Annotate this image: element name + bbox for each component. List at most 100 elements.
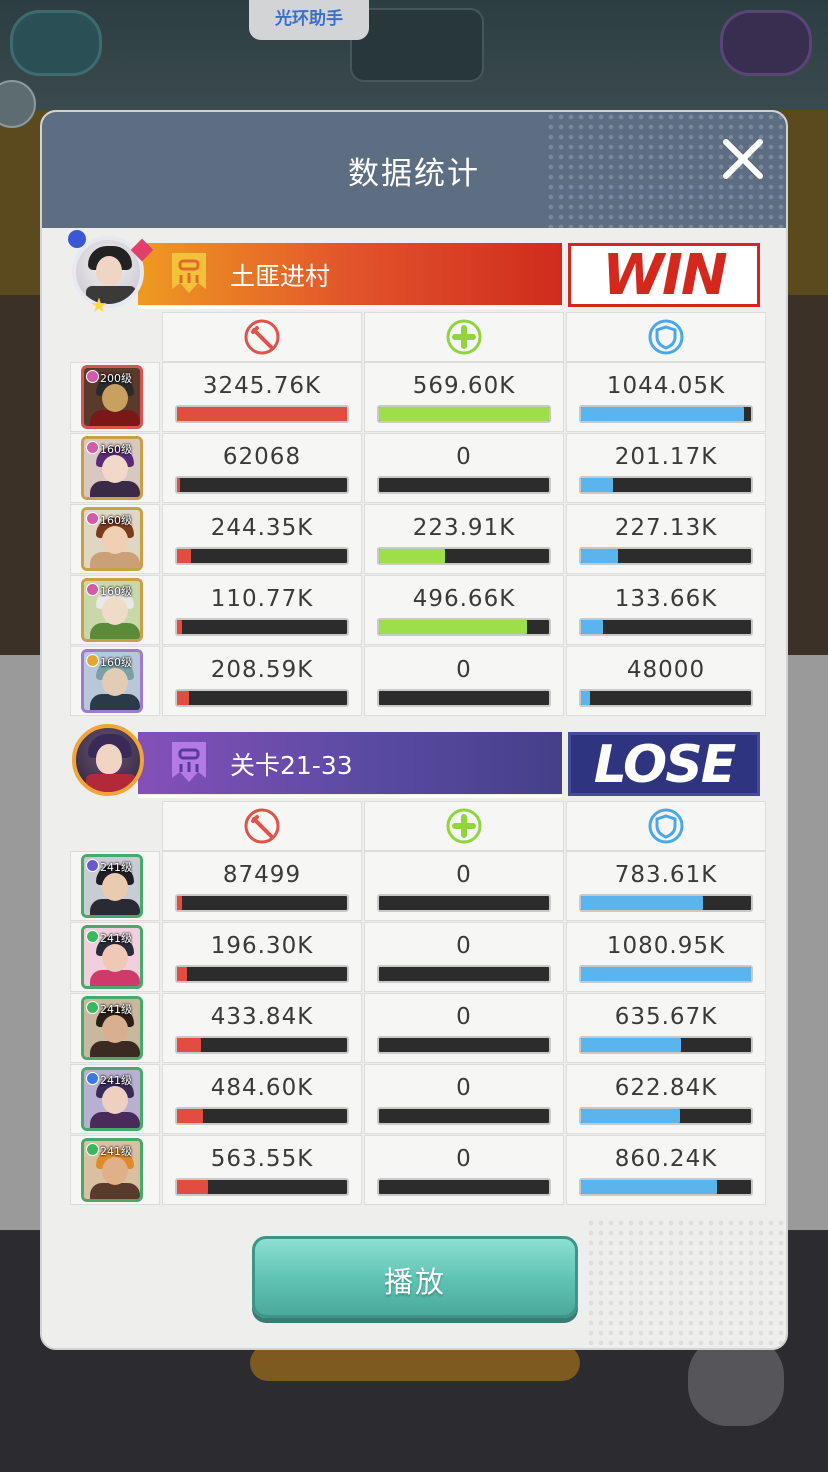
damage-column-header [162, 801, 362, 851]
hero-level: 160级 [100, 514, 132, 527]
hero-portrait[interactable]: 241级 [81, 996, 143, 1060]
damage-cell: 3245.76K [162, 362, 362, 432]
tank-bar-fill [581, 691, 590, 705]
tank-value: 1044.05K [606, 373, 726, 399]
tank-bar [579, 547, 753, 565]
tank-value: 133.66K [614, 586, 718, 612]
shield-icon [648, 808, 684, 844]
stats-modal: 数据统计 土匪进村 ★ WIN 200级 3245.76K 569.60K 10… [40, 110, 788, 1350]
damage-cell: 110.77K [162, 575, 362, 645]
heal-cell: 0 [364, 646, 564, 716]
heal-cell: 0 [364, 1135, 564, 1205]
heal-bar [377, 1107, 551, 1125]
opponent-avatar[interactable] [72, 724, 144, 796]
heal-value: 496.66K [412, 586, 516, 612]
tank-cell: 860.24K [566, 1135, 766, 1205]
hero-portrait[interactable]: 241级 [81, 1067, 143, 1131]
tank-cell: 622.84K [566, 1064, 766, 1134]
tank-bar-fill [581, 478, 614, 492]
hero-portrait[interactable]: 241级 [81, 925, 143, 989]
hero-portrait[interactable]: 160级 [81, 507, 143, 571]
tank-bar [579, 965, 753, 983]
hero-portrait[interactable]: 160级 [81, 649, 143, 713]
hero-portrait-cell: 241级 [70, 922, 160, 992]
assistant-tab[interactable]: 光环助手 [249, 0, 369, 40]
background-left-badge [10, 10, 102, 76]
play-replay-button[interactable]: 播放 [252, 1236, 578, 1318]
tank-bar-fill [581, 407, 745, 421]
portrait-face [102, 1086, 128, 1114]
hero-level: 160级 [100, 656, 132, 669]
banner-underline [138, 306, 562, 309]
tank-cell: 201.17K [566, 433, 766, 503]
tank-bar [579, 689, 753, 707]
portrait-body [90, 410, 140, 426]
damage-value: 110.77K [210, 586, 314, 612]
background-button [250, 1345, 580, 1381]
damage-column-header [162, 312, 362, 362]
hero-row: 160级 208.59K 0 48000 [70, 646, 766, 717]
heal-value: 0 [456, 933, 472, 959]
portrait-face [102, 1157, 128, 1185]
tank-value: 635.67K [614, 1004, 718, 1030]
modal-header: 数据统计 [42, 112, 786, 228]
damage-bar-fill [177, 896, 183, 910]
tank-cell: 48000 [566, 646, 766, 716]
hero-row: 160级 110.77K 496.66K 133.66K [70, 575, 766, 646]
avatar-frame-gem-icon [68, 230, 86, 248]
tank-value: 622.84K [614, 1075, 718, 1101]
heal-cell: 0 [364, 922, 564, 992]
portrait-body [90, 1112, 140, 1128]
heal-bar [377, 547, 551, 565]
tank-bar [579, 1036, 753, 1054]
damage-bar-fill [177, 549, 191, 563]
damage-cell: 87499 [162, 851, 362, 921]
damage-bar-fill [177, 691, 189, 705]
tank-value: 48000 [626, 657, 706, 683]
hero-row: 160级 244.35K 223.91K 227.13K [70, 504, 766, 575]
hero-portrait-cell: 241级 [70, 851, 160, 921]
hero-row: 241级 563.55K 0 860.24K [70, 1135, 766, 1206]
heal-icon [446, 319, 482, 355]
heal-value: 0 [456, 1075, 472, 1101]
portrait-face [102, 668, 128, 696]
tank-cell: 783.61K [566, 851, 766, 921]
damage-bar [175, 476, 349, 494]
portrait-body [90, 970, 140, 986]
damage-value: 3245.76K [202, 373, 322, 399]
damage-cell: 563.55K [162, 1135, 362, 1205]
hero-portrait[interactable]: 241级 [81, 1138, 143, 1202]
portrait-face [102, 455, 128, 483]
hero-row: 241级 196.30K 0 1080.95K [70, 922, 766, 993]
heal-cell: 223.91K [364, 504, 564, 574]
hero-portrait[interactable]: 160级 [81, 436, 143, 500]
hero-portrait-cell: 160级 [70, 433, 160, 503]
portrait-body [90, 1183, 140, 1199]
damage-bar [175, 1036, 349, 1054]
background-right-badge [720, 10, 812, 76]
damage-cell: 433.84K [162, 993, 362, 1063]
damage-bar [175, 618, 349, 636]
hero-portrait-cell: 241级 [70, 993, 160, 1063]
damage-value: 244.35K [210, 515, 314, 541]
hero-portrait[interactable]: 200级 [81, 365, 143, 429]
hero-level: 241级 [100, 861, 132, 874]
hero-portrait-cell: 200级 [70, 362, 160, 432]
damage-bar-fill [177, 1180, 208, 1194]
footer-dot-pattern [586, 1218, 786, 1348]
tank-bar [579, 476, 753, 494]
damage-bar [175, 894, 349, 912]
heal-bar [377, 405, 551, 423]
damage-value: 433.84K [210, 1004, 314, 1030]
tank-bar-fill [581, 1180, 717, 1194]
hero-portrait[interactable]: 160级 [81, 578, 143, 642]
close-button[interactable] [718, 134, 768, 184]
heal-bar [377, 618, 551, 636]
hero-portrait[interactable]: 241级 [81, 854, 143, 918]
stat-icon-row [70, 312, 766, 362]
modal-title: 数据统计 [348, 156, 480, 192]
heal-value: 0 [456, 657, 472, 683]
team-name: 关卡21-33 [230, 751, 353, 780]
damage-value: 87499 [222, 862, 302, 888]
damage-bar-fill [177, 407, 347, 421]
